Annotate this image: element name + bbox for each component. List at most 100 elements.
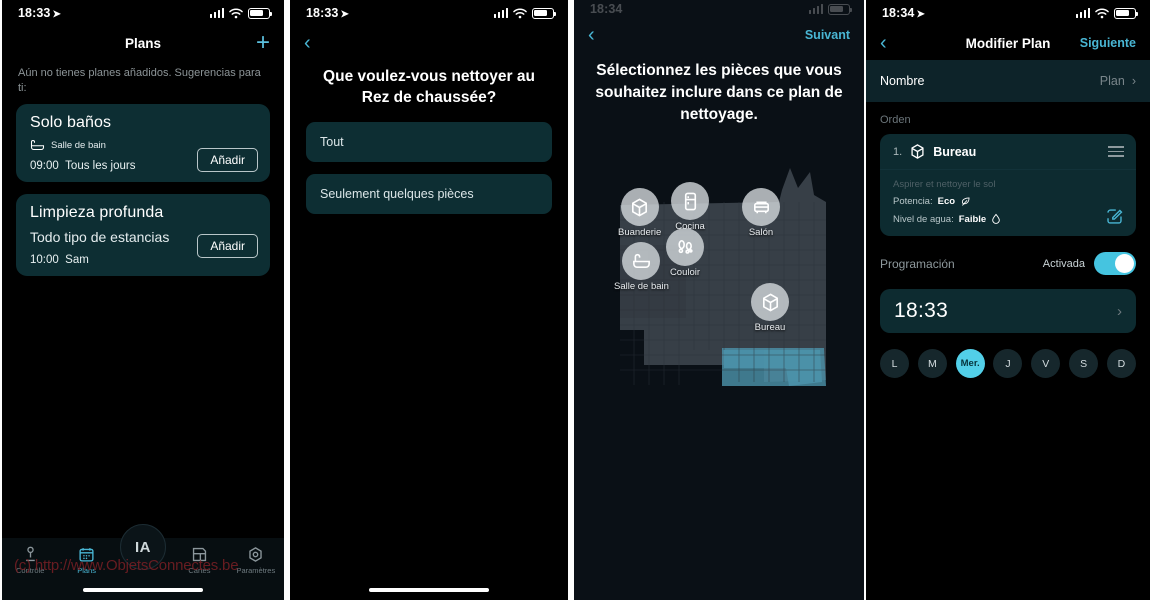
room-label: Couloir (669, 267, 701, 278)
room-pin-couloir[interactable]: Couloir (666, 228, 704, 278)
schedule-time-row[interactable]: 18:33 › (880, 289, 1136, 333)
suggestion-card[interactable]: Solo baños Salle de bain 09:00 Tous les … (16, 104, 270, 182)
location-arrow-icon: ➤ (916, 9, 925, 20)
add-suggestion-button[interactable]: Añadir (197, 234, 258, 258)
add-plan-button[interactable]: + (256, 31, 270, 55)
option-tout[interactable]: Tout (306, 122, 552, 162)
order-item-card[interactable]: 1. Bureau Aspirer et nettoyer le sol Pot… (880, 134, 1136, 236)
question-title: Que voulez-vous nettoyer au Rez de chaus… (323, 68, 535, 106)
signal-bars-icon (808, 4, 823, 14)
location-arrow-icon: ➤ (52, 9, 61, 20)
order-room-name: Bureau (933, 144, 977, 159)
floor-map[interactable]: Buanderie Cocina Couloir Salle de bain S… (574, 150, 864, 490)
name-row-label: Nombre (880, 74, 925, 88)
weekday-selector: L M Mer. J V S D (866, 333, 1150, 378)
back-button[interactable]: ‹ (588, 25, 595, 45)
card-title: Limpieza profunda (30, 204, 164, 221)
room-pin-salle-de-bain[interactable]: Salle de bain (614, 242, 669, 292)
order-description: Aspirer et nettoyer le sol (893, 179, 996, 190)
location-arrow-icon: ➤ (340, 9, 349, 20)
battery-icon (828, 3, 853, 15)
room-label: Salle de bain (614, 281, 669, 292)
room-label: Bureau (754, 322, 786, 333)
panel-clean-question: 18:33 ➤ ‹ Que voulez-vous nettoyer au Rez… (290, 0, 568, 600)
chevron-right-icon: › (1131, 74, 1136, 88)
battery-icon (532, 7, 557, 19)
fridge-icon (684, 192, 696, 210)
signal-bars-icon (493, 8, 508, 18)
option-some-rooms[interactable]: Seulement quelques pièces (306, 174, 552, 214)
schedule-toggle-wrap: Activada (1043, 252, 1136, 275)
order-item-header: 1. Bureau (880, 134, 1136, 170)
wifi-icon (229, 8, 243, 18)
next-button[interactable]: Siguiente (1080, 36, 1136, 50)
panel-plans: 18:33 ➤ Plans + Aún no tienes planes añad… (2, 0, 284, 600)
room-pin-bureau[interactable]: Bureau (751, 283, 789, 333)
wifi-icon (513, 8, 527, 18)
day-chip-m[interactable]: M (917, 349, 947, 378)
day-chip-l[interactable]: L (880, 349, 909, 378)
plans-navbar: Plans + (2, 26, 284, 60)
room-label: Salón (748, 227, 774, 238)
signal-bars-icon (1075, 8, 1090, 18)
room-pin-cocina[interactable]: Cocina (671, 182, 709, 232)
water-row: Nivel de agua: Faible (893, 213, 1124, 225)
power-label: Potencia: (893, 196, 933, 207)
footprints-icon (677, 239, 693, 254)
bathtub-icon (633, 253, 650, 268)
next-button[interactable]: Suivant (805, 28, 850, 42)
order-index: 1. (893, 145, 903, 158)
room-icon-wrap (620, 188, 659, 226)
status-time: 18:34 (590, 2, 623, 16)
power-value: Eco (937, 196, 956, 207)
status-time: 18:33 ➤ (306, 6, 349, 20)
wifi-icon (1095, 8, 1109, 18)
day-chip-v[interactable]: V (1031, 349, 1061, 378)
status-time: 18:34 ➤ (882, 6, 925, 20)
schedule-state: Activada (1042, 257, 1085, 270)
day-chip-d[interactable]: D (1106, 349, 1136, 378)
day-chip-s[interactable]: S (1069, 349, 1099, 378)
drag-handle-icon[interactable] (1108, 145, 1124, 158)
name-row-value-wrap: Plan › (1100, 74, 1136, 88)
room-icon-wrap (751, 283, 789, 321)
droplet-icon (992, 213, 1000, 224)
back-button[interactable]: ‹ (880, 33, 887, 53)
edit-pencil-icon[interactable] (1105, 207, 1124, 226)
power-row: Potencia: Eco (893, 196, 1124, 207)
room-label: Buanderie (618, 227, 662, 238)
status-bar: 18:34 ➤ (866, 0, 1150, 26)
day-chip-mer[interactable]: Mer. (955, 349, 985, 378)
battery-icon (1114, 7, 1139, 19)
leaf-icon (961, 197, 970, 206)
schedule-toggle[interactable] (1094, 252, 1136, 275)
room-icon-wrap (622, 242, 661, 280)
bathtub-icon (30, 140, 45, 151)
sofa-icon (753, 201, 769, 213)
status-indicators (808, 3, 853, 15)
status-bar: 18:34 (574, 0, 864, 18)
battery-icon (248, 7, 273, 19)
status-time: 18:33 ➤ (18, 6, 61, 20)
name-row[interactable]: Nombre Plan › (866, 60, 1150, 102)
back-button[interactable]: ‹ (304, 33, 311, 53)
room-icon-wrap (666, 228, 704, 266)
order-section-label: Orden (880, 114, 911, 126)
status-bar: 18:33 ➤ (2, 0, 284, 26)
room-pin-buanderie[interactable]: Buanderie (618, 188, 661, 238)
room-pin-salon[interactable]: Salón (742, 188, 780, 238)
add-suggestion-button[interactable]: Añadir (197, 148, 258, 172)
chevron-right-icon: › (1117, 302, 1122, 320)
room-icon-wrap (742, 188, 780, 226)
question-navbar: ‹ (290, 26, 568, 60)
suggestion-card[interactable]: Limpieza profunda Todo tipo de estancias… (16, 194, 270, 276)
day-chip-j[interactable]: J (993, 349, 1023, 378)
status-indicators (493, 7, 557, 19)
panel-modify-plan: 18:34 ➤ ‹ Modifier Plan Siguiente Nombre … (866, 0, 1150, 600)
schedule-row: Programación Activada (866, 236, 1150, 285)
cube-icon (632, 197, 648, 217)
status-indicators (209, 7, 273, 19)
order-item-body: Aspirer et nettoyer le sol Potencia: Eco… (880, 170, 1136, 236)
cube-icon (762, 292, 778, 312)
home-indicator (83, 588, 203, 592)
